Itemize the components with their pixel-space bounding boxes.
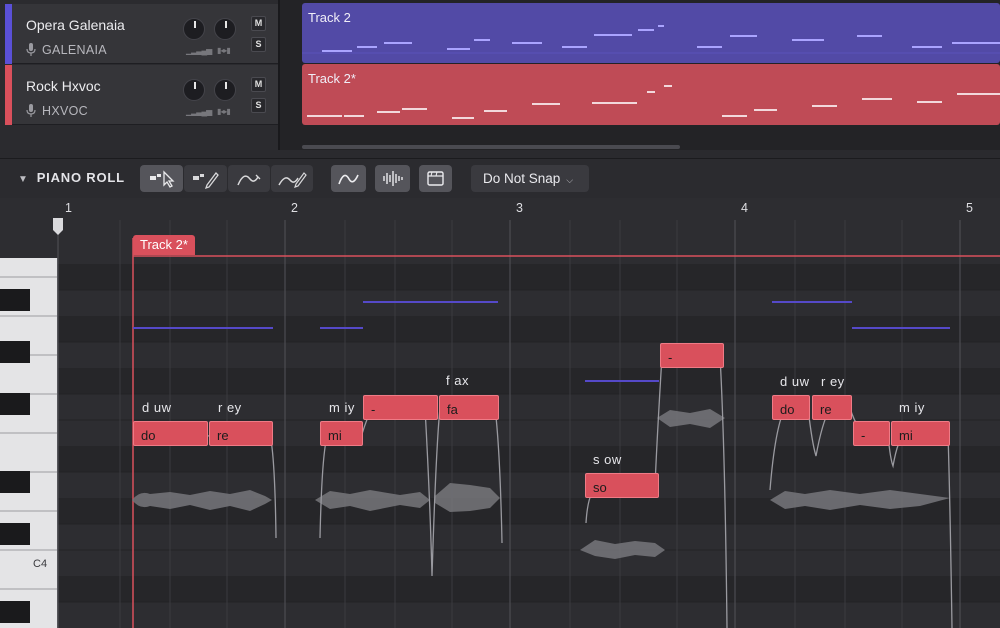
note-block[interactable]: mi [320,421,363,446]
mic-icon [26,104,36,117]
clip-track-2-modified[interactable]: Track 2* [302,64,1000,125]
draw-tool-icon [193,172,219,190]
pan-meter-icon: ▮◂▸▮ [217,107,231,116]
phoneme-label: f ax [446,373,469,388]
timeline-ruler[interactable]: 1 2 3 4 5 [58,198,1000,220]
phoneme-label: m iy [899,400,925,415]
bar-number: 4 [741,201,748,215]
note-block[interactable]: re [209,421,273,446]
phoneme-label: r ey [821,374,845,389]
pitch-curve-icon [338,174,359,185]
volume-knob[interactable] [183,79,205,101]
note-block[interactable]: mi [891,421,950,446]
bar-number: 5 [966,201,973,215]
select-tool-icon [150,170,175,188]
snap-label: Do Not Snap [483,171,561,186]
pitch-curve-toggle[interactable] [331,165,366,192]
volume-meter-icon: ▁▂▃▄▅ [186,107,212,116]
note-block[interactable]: do [133,421,208,446]
snap-caret-icon: ⌵ [566,175,574,185]
video-icon [427,171,444,186]
note-lyric: - [861,428,866,443]
vibrato-tool-icon [237,174,261,186]
video-toggle[interactable] [419,165,452,192]
collapse-chevron-icon[interactable]: ▼ [18,174,29,185]
volume-meter-icon: ▁▂▃▄▅ [186,46,212,55]
solo-button[interactable]: S [251,37,266,52]
note-block[interactable]: - [660,343,724,368]
note-lyric: so [593,480,607,495]
note-block[interactable]: do [772,395,810,420]
track-name[interactable]: Rock Hxvoc [26,78,101,94]
note-lyric: mi [328,428,342,443]
track-color-stripe [5,4,12,64]
pan-knob[interactable] [214,79,236,101]
voice-name: HXVOC [42,104,88,118]
piano-roll-title: PIANO ROLL [36,170,125,185]
piano-keyboard[interactable] [0,258,58,628]
pitch-draw-tool-button[interactable] [271,165,313,192]
clip-notes-preview [302,25,1000,54]
track-name[interactable]: Opera Galenaia [26,17,125,33]
select-tool-button[interactable] [140,165,183,192]
phoneme-label: d uw [142,400,172,415]
note-lyric: fa [447,402,458,417]
vibrato-tool-button[interactable] [228,165,270,192]
note-block[interactable]: - [363,395,438,420]
note-lyric: - [371,402,376,417]
bar-number: 2 [291,201,298,215]
piano-roll-header[interactable]: ▼ PIANO ROLL [18,170,125,185]
mute-button[interactable]: M [251,16,266,31]
note-lyric: do [780,402,795,417]
piano-roll-toolbar: ▼ PIANO ROLL Do Not Snap ⌵ [0,158,1000,198]
arrangement-lanes: Track 2 Track 2* [280,0,1000,150]
waveform-icon [383,171,403,186]
note-block[interactable]: fa [439,395,499,420]
note-block[interactable]: re [812,395,852,420]
note-lyric: do [141,428,156,443]
phoneme-label: s ow [593,452,622,467]
key-label-c4: C4 [33,558,48,570]
track-voice: HXVOC [26,104,88,118]
bar-number: 3 [516,201,523,215]
mute-button[interactable]: M [251,77,266,92]
clip-notes-preview [307,85,1000,119]
solo-button[interactable]: S [251,98,266,113]
note-block[interactable]: so [585,473,659,498]
note-lyric: - [668,350,673,365]
track-list: Opera Galenaia GALENAIA ▁▂▃▄▅ ▮◂▸▮ M S R… [0,0,278,150]
track-voice: GALENAIA [26,43,107,57]
phoneme-label: r ey [218,400,242,415]
piano-roll-clip-tab[interactable]: Track 2* [133,235,195,255]
horizontal-scrollbar[interactable] [302,145,680,149]
voice-name: GALENAIA [42,43,107,57]
volume-knob[interactable] [183,18,205,40]
bar-number: 1 [65,201,72,215]
note-lyric: re [217,428,229,443]
draw-tool-button[interactable] [184,165,227,192]
waveform-toggle[interactable] [375,165,410,192]
mic-icon [26,43,36,56]
clip-track-2[interactable]: Track 2 [302,3,1000,63]
track-header-rock-hxvoc[interactable]: Rock Hxvoc HXVOC ▁▂▃▄▅ ▮◂▸▮ M S [5,65,278,125]
clip-title: Track 2 [308,10,351,25]
pitch-draw-tool-icon [278,172,307,188]
piano-roll-editor[interactable]: 1 2 3 4 5 C4 Track 2* d uw r ey m iy f a… [0,198,1000,628]
note-block[interactable]: - [853,421,890,446]
pan-meter-icon: ▮◂▸▮ [217,46,231,55]
phoneme-label: m iy [329,400,355,415]
track-color-stripe [5,65,12,125]
playhead-icon[interactable] [52,218,64,236]
note-lyric: mi [899,428,913,443]
pan-knob[interactable] [214,18,236,40]
track-header-opera-galenaia[interactable]: Opera Galenaia GALENAIA ▁▂▃▄▅ ▮◂▸▮ M S [5,4,278,64]
phoneme-label: d uw [780,374,810,389]
clip-title: Track 2* [308,71,356,86]
snap-dropdown[interactable]: Do Not Snap ⌵ [471,165,589,192]
note-lyric: re [820,402,832,417]
